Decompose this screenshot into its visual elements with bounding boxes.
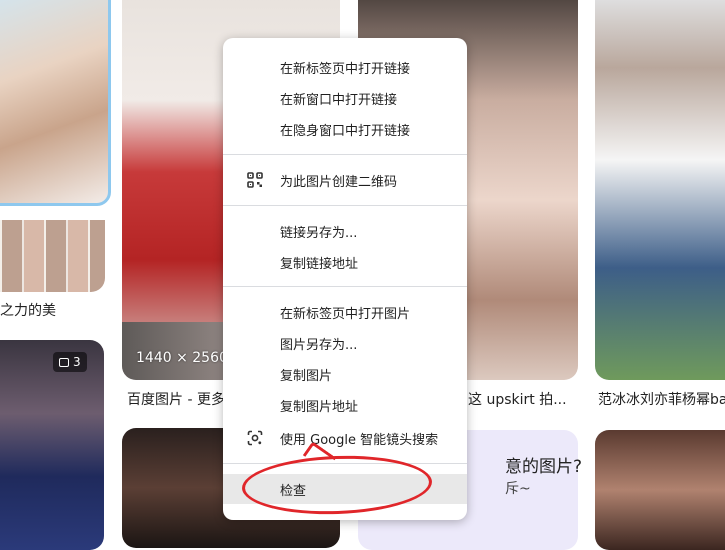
menu-item-label: 在新窗口中打开链接 <box>280 92 398 108</box>
menu-item-label: 使用 Google 智能镜头搜索 <box>280 432 439 448</box>
result-image-4[interactable] <box>595 0 725 380</box>
menu-item-label: 图片另存为... <box>280 337 358 353</box>
menu-item-open-link-incognito[interactable]: 在隐身窗口中打开链接 <box>223 114 467 144</box>
menu-separator <box>223 286 467 287</box>
badge-count: 3 <box>73 355 81 369</box>
result-image-1-thumbnails[interactable] <box>0 220 105 292</box>
feedback-title: 意的图片? <box>505 457 583 477</box>
multi-image-badge: 3 <box>53 352 87 372</box>
menu-item-label: 在隐身窗口中打开链接 <box>280 123 411 139</box>
result-caption-1[interactable]: 之力的美 <box>0 300 100 320</box>
qr-code-icon <box>247 172 263 188</box>
result-caption-4[interactable]: 范冰冰刘亦菲杨幂ba <box>598 389 725 409</box>
menu-item-label: 在新标签页中打开链接 <box>280 61 411 77</box>
menu-item-google-lens-search[interactable]: 使用 Google 智能镜头搜索 <box>223 423 467 453</box>
menu-item-create-qr-code[interactable]: 为此图片创建二维码 <box>223 165 467 195</box>
menu-item-copy-image[interactable]: 复制图片 <box>223 359 467 389</box>
context-menu: 在新标签页中打开链接 在新窗口中打开链接 在隐身窗口中打开链接 为此图片创建二维… <box>223 38 467 520</box>
menu-item-open-image-new-tab[interactable]: 在新标签页中打开图片 <box>223 297 467 327</box>
menu-item-label: 在新标签页中打开图片 <box>280 306 411 322</box>
menu-item-open-link-new-tab[interactable]: 在新标签页中打开链接 <box>223 52 467 82</box>
menu-separator <box>223 154 467 155</box>
menu-separator <box>223 205 467 206</box>
menu-item-open-link-new-window[interactable]: 在新窗口中打开链接 <box>223 83 467 113</box>
menu-item-copy-image-address[interactable]: 复制图片地址 <box>223 390 467 420</box>
menu-item-label: 链接另存为... <box>280 225 358 241</box>
image-stack-icon <box>59 357 69 367</box>
menu-item-save-link-as[interactable]: 链接另存为... <box>223 216 467 246</box>
result-image-1[interactable] <box>0 0 111 206</box>
menu-item-save-image-as[interactable]: 图片另存为... <box>223 328 467 358</box>
google-lens-icon <box>247 430 263 446</box>
menu-item-copy-link-address[interactable]: 复制链接地址 <box>223 247 467 277</box>
image-dimensions-label: 1440 × 2560 <box>136 350 228 366</box>
menu-item-label: 为此图片创建二维码 <box>280 174 398 190</box>
menu-item-label: 复制图片 <box>280 368 333 384</box>
result-caption-3[interactable]: 这 upskirt 拍... <box>468 389 574 409</box>
result-image-7[interactable] <box>595 430 725 550</box>
menu-item-label: 复制图片地址 <box>280 399 359 415</box>
result-caption-2[interactable]: 百度图片 - 更多 <box>127 389 223 409</box>
menu-item-label: 复制链接地址 <box>280 256 359 272</box>
feedback-subtitle: 斥~ <box>505 481 531 497</box>
result-image-5[interactable] <box>0 340 104 550</box>
